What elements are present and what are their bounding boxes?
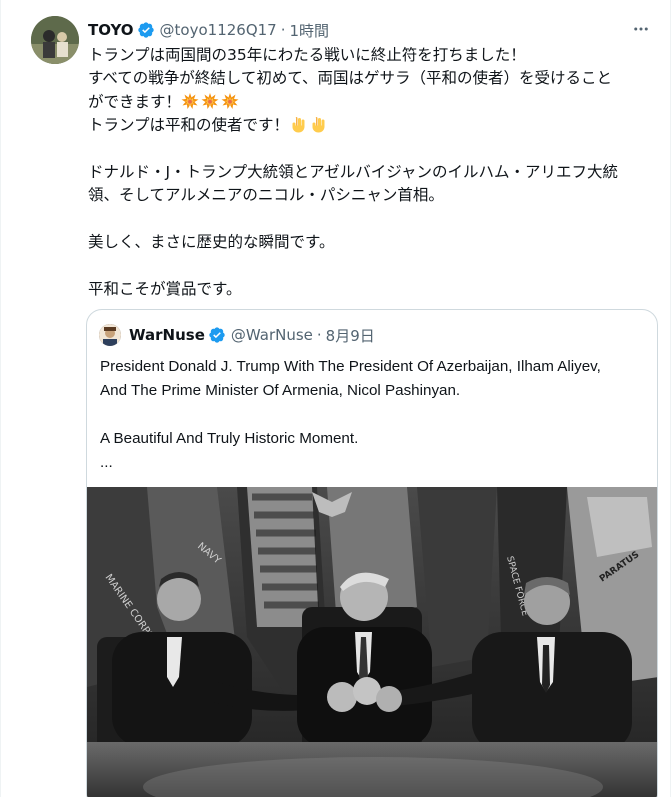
tweet-text-line: ドナルド・J・トランプ大統領とアゼルバイジャンのイルハム・アリエフ大統 [88, 162, 619, 181]
quoted-tweet-text: President Donald J. Trump With The Presi… [100, 355, 650, 475]
tweet-text-line: ができます！ [88, 91, 658, 114]
tweet-text-line: トランプは平和の使者です！ [88, 114, 658, 137]
tweet-text-line: 領、そしてアルメニアのニコル・パシニャン首相。 [88, 186, 444, 205]
quoted-tweet-photo[interactable]: MARINE CORPS NAVY SPACE FORCE PARATUS [87, 487, 657, 797]
author-avatar-image [31, 16, 79, 64]
separator-dot: · [280, 21, 286, 39]
quoted-blank-line [100, 403, 650, 427]
tweet-text-line: 平和こそが賞品です。 [88, 279, 242, 298]
tweet-text-fragment: トランプは平和の使者です！ [88, 116, 290, 135]
tweet-text-line: 美しく、まさに歴史的な瞬間です。 [88, 233, 335, 252]
pointing-down-emoji-icon [309, 115, 327, 133]
quoted-text-line: And The Prime Minister Of Armenia, Nicol… [100, 382, 461, 399]
tweet-text-line: トランプは両国間の35年にわたる戦いに終止符を打ちました！ [88, 46, 526, 64]
quoted-avatar-image [99, 324, 121, 346]
collision-emoji-icon [201, 92, 219, 110]
tweet-text: トランプは両国間の35年にわたる戦いに終止符を打ちました！ すべての戦争が終結し… [88, 44, 658, 301]
author-name[interactable]: TOYO [88, 21, 134, 39]
collision-emoji-icon [181, 92, 199, 110]
quoted-text-line: ... [100, 454, 113, 471]
tweet-card[interactable]: TOYO @toyo1126Q17 · 1時間 トランプは両国間の35年にわたる… [0, 0, 671, 797]
separator-dot: · [316, 326, 322, 344]
author-handle[interactable]: @toyo1126Q17 [160, 21, 277, 39]
tweet-header: TOYO @toyo1126Q17 · 1時間 [88, 20, 329, 40]
author-avatar[interactable] [31, 16, 79, 64]
verified-badge-icon [137, 21, 155, 39]
quoted-author-handle[interactable]: @WarNuse [231, 326, 313, 344]
pointing-down-emoji-icon [289, 115, 307, 133]
collision-emoji-icon [221, 92, 239, 110]
tweet-timestamp[interactable]: 1時間 [290, 20, 330, 41]
quoted-tweet-header: WarNuse @WarNuse · 8月9日 [129, 324, 375, 346]
quoted-text-line: President Donald J. Trump With The Presi… [100, 358, 601, 375]
quoted-tweet[interactable]: WarNuse @WarNuse · 8月9日 President Donald… [86, 309, 658, 797]
quoted-tweet-timestamp[interactable]: 8月9日 [326, 325, 375, 346]
tweet-text-line: すべての戦争が終結して初めて、両国はゲサラ（平和の使者）を受けること [88, 69, 613, 88]
tweet-text-fragment: ができます！ [88, 92, 182, 111]
quoted-author-avatar[interactable] [99, 324, 121, 346]
leaders-handshake-photo: MARINE CORPS NAVY SPACE FORCE PARATUS [87, 487, 657, 797]
quoted-text-line: A Beautiful And Truly Historic Moment. [100, 430, 359, 447]
more-options-icon[interactable] [628, 18, 654, 40]
quoted-author-name[interactable]: WarNuse [129, 326, 205, 344]
verified-badge-icon [208, 326, 226, 344]
